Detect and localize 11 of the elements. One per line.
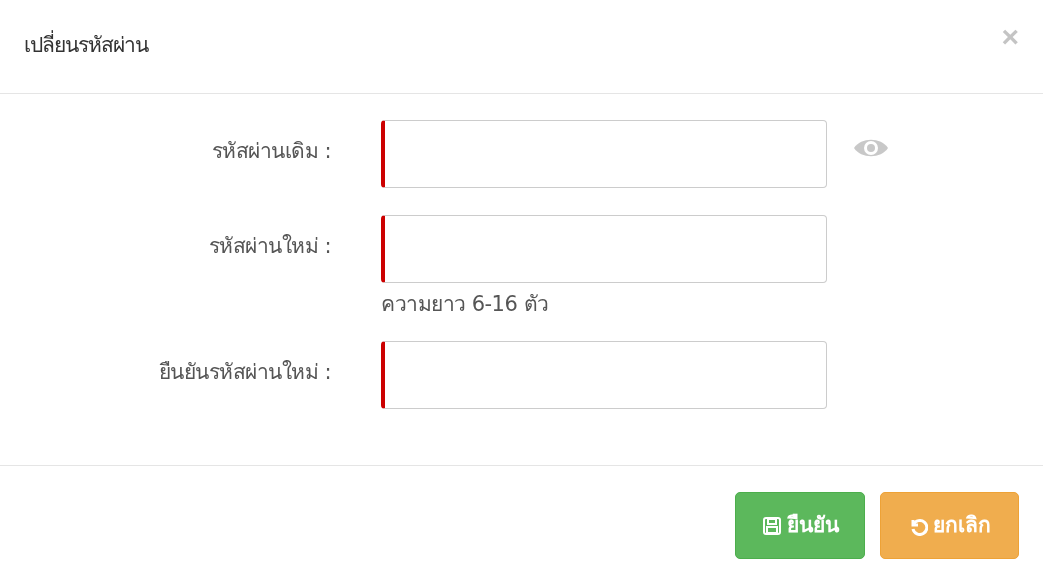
field-label: รหัสผ่านใหม่ :	[208, 234, 331, 258]
close-button[interactable]: ×	[1001, 22, 1019, 52]
cancel-button[interactable]: ยกเลิก	[880, 492, 1019, 559]
field-label: รหัสผ่านเดิม :	[211, 139, 331, 163]
dialog-title: เปลี่ยนรหัสผ่าน	[24, 30, 148, 62]
save-button[interactable]: ยืนยัน	[735, 492, 865, 559]
hint-text: ความยาว 6-16 ตัว	[381, 291, 550, 318]
password-field[interactable]	[381, 215, 827, 283]
field-label: ยืนยันรหัสผ่านใหม่ :	[158, 359, 331, 384]
password-field[interactable]	[381, 340, 827, 409]
password-field[interactable]	[381, 120, 827, 188]
